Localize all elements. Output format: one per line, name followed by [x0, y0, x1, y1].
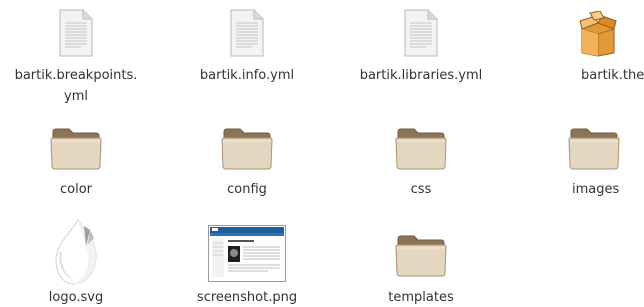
- folder-icon: [395, 233, 447, 277]
- file-item-bartik-info[interactable]: bartik.info.yml: [171, 0, 323, 90]
- file-name-label: bartik.breakpoints. yml: [14, 68, 138, 104]
- file-item-templates[interactable]: templates: [345, 216, 497, 307]
- file-name-label: config: [227, 182, 267, 197]
- file-item-bartik-breakpoints[interactable]: bartik.breakpoints. yml: [0, 0, 152, 110]
- text-document-icon: [59, 9, 93, 57]
- file-name-label: bartik.info.yml: [199, 68, 295, 83]
- file-item-config[interactable]: config: [171, 120, 323, 200]
- folder-icon: [50, 126, 102, 170]
- file-name-label: images: [572, 182, 620, 197]
- file-item-screenshot-png[interactable]: screenshot.png: [171, 216, 323, 307]
- file-item-color[interactable]: color: [0, 120, 152, 200]
- file-name-label: templates: [388, 290, 454, 305]
- package-icon: [578, 11, 618, 57]
- drop-logo-icon: [54, 218, 98, 288]
- folder-icon: [568, 126, 620, 170]
- file-name-label: logo.svg: [48, 290, 104, 305]
- file-item-logo-svg[interactable]: logo.svg: [0, 216, 152, 307]
- file-name-label: color: [59, 182, 92, 197]
- text-document-icon: [404, 9, 438, 57]
- file-name-label: bartik.theme: [581, 68, 644, 83]
- image-thumbnail-icon: [208, 225, 286, 282]
- file-name-label: css: [410, 182, 432, 197]
- text-document-icon: [230, 9, 264, 57]
- file-item-bartik-libraries[interactable]: bartik.libraries.yml: [345, 0, 497, 90]
- folder-icon: [221, 126, 273, 170]
- file-name-label: screenshot.png: [196, 290, 298, 305]
- file-item-bartik-theme[interactable]: bartik.theme: [532, 0, 644, 90]
- file-grid: bartik.breakpoints. yml bartik.info.yml: [0, 0, 644, 307]
- file-item-images[interactable]: images: [532, 120, 644, 200]
- file-name-label: bartik.libraries.yml: [359, 68, 483, 83]
- folder-icon: [395, 126, 447, 170]
- file-item-css[interactable]: css: [345, 120, 497, 200]
